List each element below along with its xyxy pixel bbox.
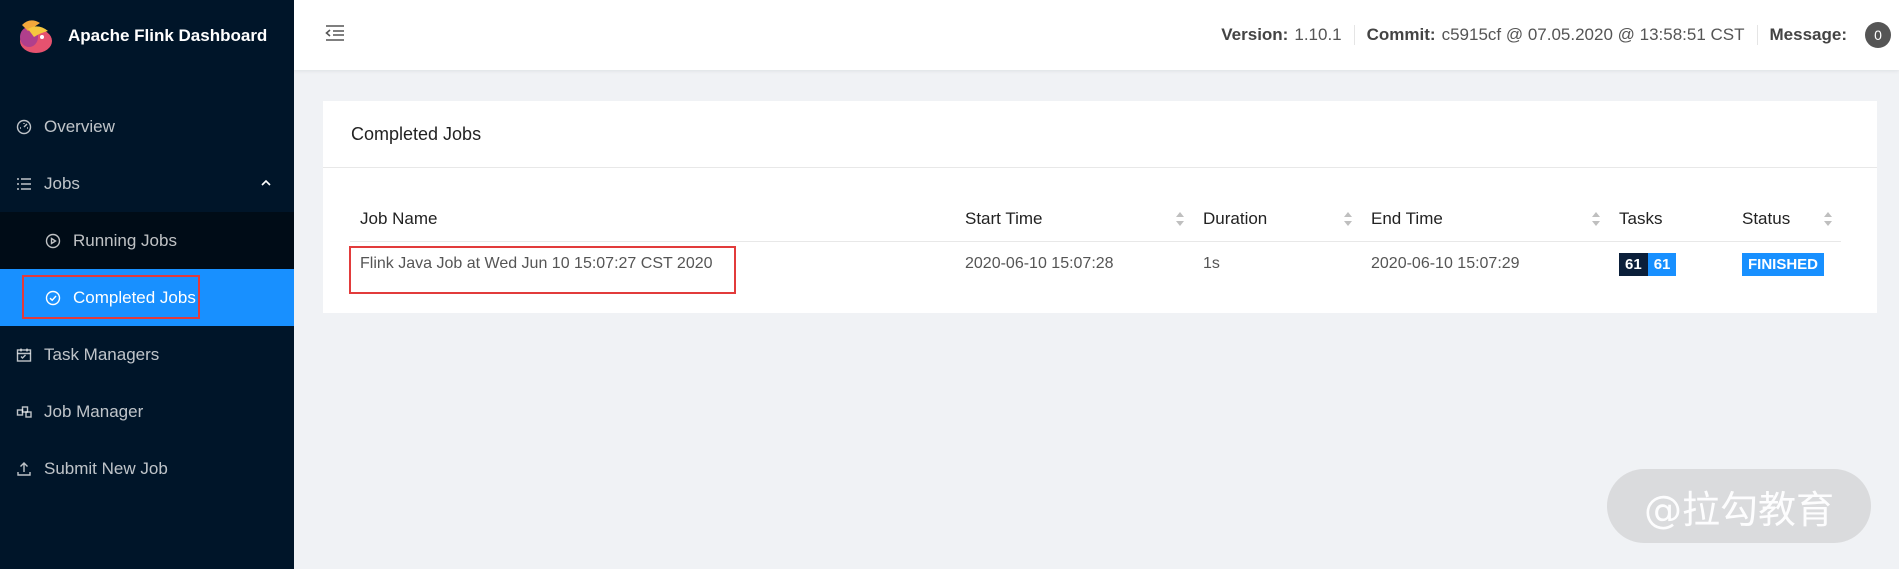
header-info: Version: 1.10.1 Commit: c5915cf @ 07.05.… xyxy=(1221,0,1899,70)
chevron-up-icon xyxy=(261,179,271,186)
sidebar-item-submit-new-job[interactable]: Submit New Job xyxy=(0,440,294,497)
commit-value: c5915cf @ 07.05.2020 @ 13:58:51 CST xyxy=(1441,25,1745,44)
sidebar-item-label: Running Jobs xyxy=(73,230,177,250)
column-label: Status xyxy=(1742,209,1791,228)
sidebar-item-jobs[interactable]: Jobs xyxy=(0,155,294,212)
menu-fold-icon[interactable] xyxy=(324,22,346,44)
tasks-finished-badge: 61 xyxy=(1647,252,1677,276)
task-badges: 61 61 xyxy=(1619,252,1677,276)
app-title: Apache Flink Dashboard xyxy=(68,26,268,45)
flink-logo-icon xyxy=(20,20,52,53)
duration-cell: 1s xyxy=(1203,255,1220,272)
sidebar-item-job-manager[interactable]: Job Manager xyxy=(0,383,294,440)
sort-icon[interactable] xyxy=(1823,211,1833,227)
sidebar-item-label: Job Manager xyxy=(44,401,144,421)
message-label: Message: xyxy=(1769,25,1847,44)
check-circle-icon xyxy=(45,290,61,306)
column-label: Start Time xyxy=(965,209,1043,228)
sort-icon[interactable] xyxy=(1591,211,1601,227)
commit-label: Commit: xyxy=(1366,25,1436,44)
tasks-total-badge: 61 xyxy=(1619,252,1648,276)
sidebar-menu: Overview Jobs Running Jobs Completed Job xyxy=(0,98,294,497)
column-header-tasks: Tasks xyxy=(1609,197,1732,242)
column-header-end-time[interactable]: End Time xyxy=(1361,197,1609,242)
divider xyxy=(1756,25,1758,45)
tasks-cell: 61 61 xyxy=(1609,242,1732,287)
sidebar-item-overview[interactable]: Overview xyxy=(0,98,294,155)
message-count-badge[interactable]: 0 xyxy=(1865,22,1891,48)
table-header-row: Job Name Start Time Duration End Time Ta… xyxy=(350,197,1841,242)
completed-jobs-card: Completed Jobs Job Name Start Time Durat… xyxy=(323,101,1877,313)
status-cell: FINISHED xyxy=(1732,242,1841,287)
sidebar-item-completed-jobs[interactable]: Completed Jobs xyxy=(0,269,294,326)
cluster-icon xyxy=(16,404,32,420)
jobs-submenu: Running Jobs Completed Jobs xyxy=(0,212,294,326)
watermark: @拉勾教育 xyxy=(1607,469,1871,543)
start-time-cell: 2020-06-10 15:07:28 xyxy=(965,255,1114,272)
column-label: Tasks xyxy=(1619,209,1663,228)
sidebar-item-task-managers[interactable]: Task Managers xyxy=(0,326,294,383)
top-header: Version: 1.10.1 Commit: c5915cf @ 07.05.… xyxy=(294,0,1899,70)
job-name-cell[interactable]: Flink Java Job at Wed Jun 10 15:07:27 CS… xyxy=(350,242,955,287)
list-icon xyxy=(16,176,32,192)
version-value: 1.10.1 xyxy=(1294,25,1342,44)
column-label: Duration xyxy=(1203,209,1268,228)
sidebar-item-label: Submit New Job xyxy=(44,458,168,478)
column-header-job-name: Job Name xyxy=(350,197,955,242)
play-circle-icon xyxy=(45,233,61,249)
table-row[interactable]: Flink Java Job at Wed Jun 10 15:07:27 CS… xyxy=(350,242,1841,287)
column-header-duration[interactable]: Duration xyxy=(1193,197,1361,242)
sidebar-item-running-jobs[interactable]: Running Jobs xyxy=(0,212,294,269)
sort-icon[interactable] xyxy=(1175,211,1185,227)
upload-icon xyxy=(16,461,32,477)
jobs-table: Job Name Start Time Duration End Time Ta… xyxy=(350,197,1841,286)
sidebar-item-label: Jobs xyxy=(44,173,80,193)
version-label: Version: xyxy=(1221,25,1289,44)
status-badge: FINISHED xyxy=(1742,252,1825,276)
column-label: Job Name xyxy=(360,209,438,228)
sort-icon[interactable] xyxy=(1343,211,1353,227)
sidebar-item-label: Task Managers xyxy=(44,344,160,364)
column-header-start-time[interactable]: Start Time xyxy=(955,197,1193,242)
column-header-status[interactable]: Status xyxy=(1732,197,1841,242)
dashboard-icon xyxy=(16,119,32,135)
column-label: End Time xyxy=(1371,209,1443,228)
calendar-icon xyxy=(16,347,32,363)
sidebar: Apache Flink Dashboard Overview Jobs Run… xyxy=(0,0,294,569)
brand[interactable]: Apache Flink Dashboard xyxy=(0,0,294,72)
sidebar-item-label: Completed Jobs xyxy=(73,287,196,307)
divider xyxy=(1353,25,1355,45)
card-title: Completed Jobs xyxy=(323,101,1877,168)
end-time-cell: 2020-06-10 15:07:29 xyxy=(1371,255,1520,272)
sidebar-item-label: Overview xyxy=(44,116,115,136)
